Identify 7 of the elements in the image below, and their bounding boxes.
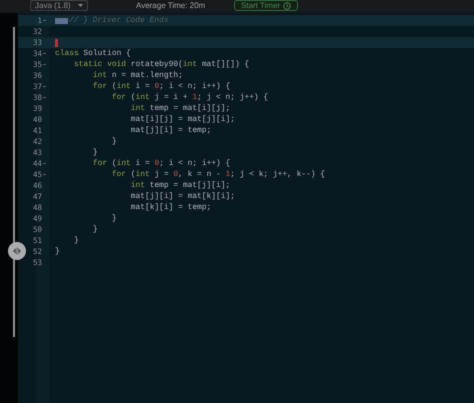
language-dropdown[interactable]: Java (1.8) [30,0,88,11]
average-time: Average Time: 20m [136,2,206,10]
clock-icon [283,2,292,10]
start-timer-button[interactable]: Start Timer [234,0,298,11]
caret-icon [78,4,83,7]
folded-code-marker[interactable] [55,18,68,24]
split-arrows-icon [12,247,22,255]
